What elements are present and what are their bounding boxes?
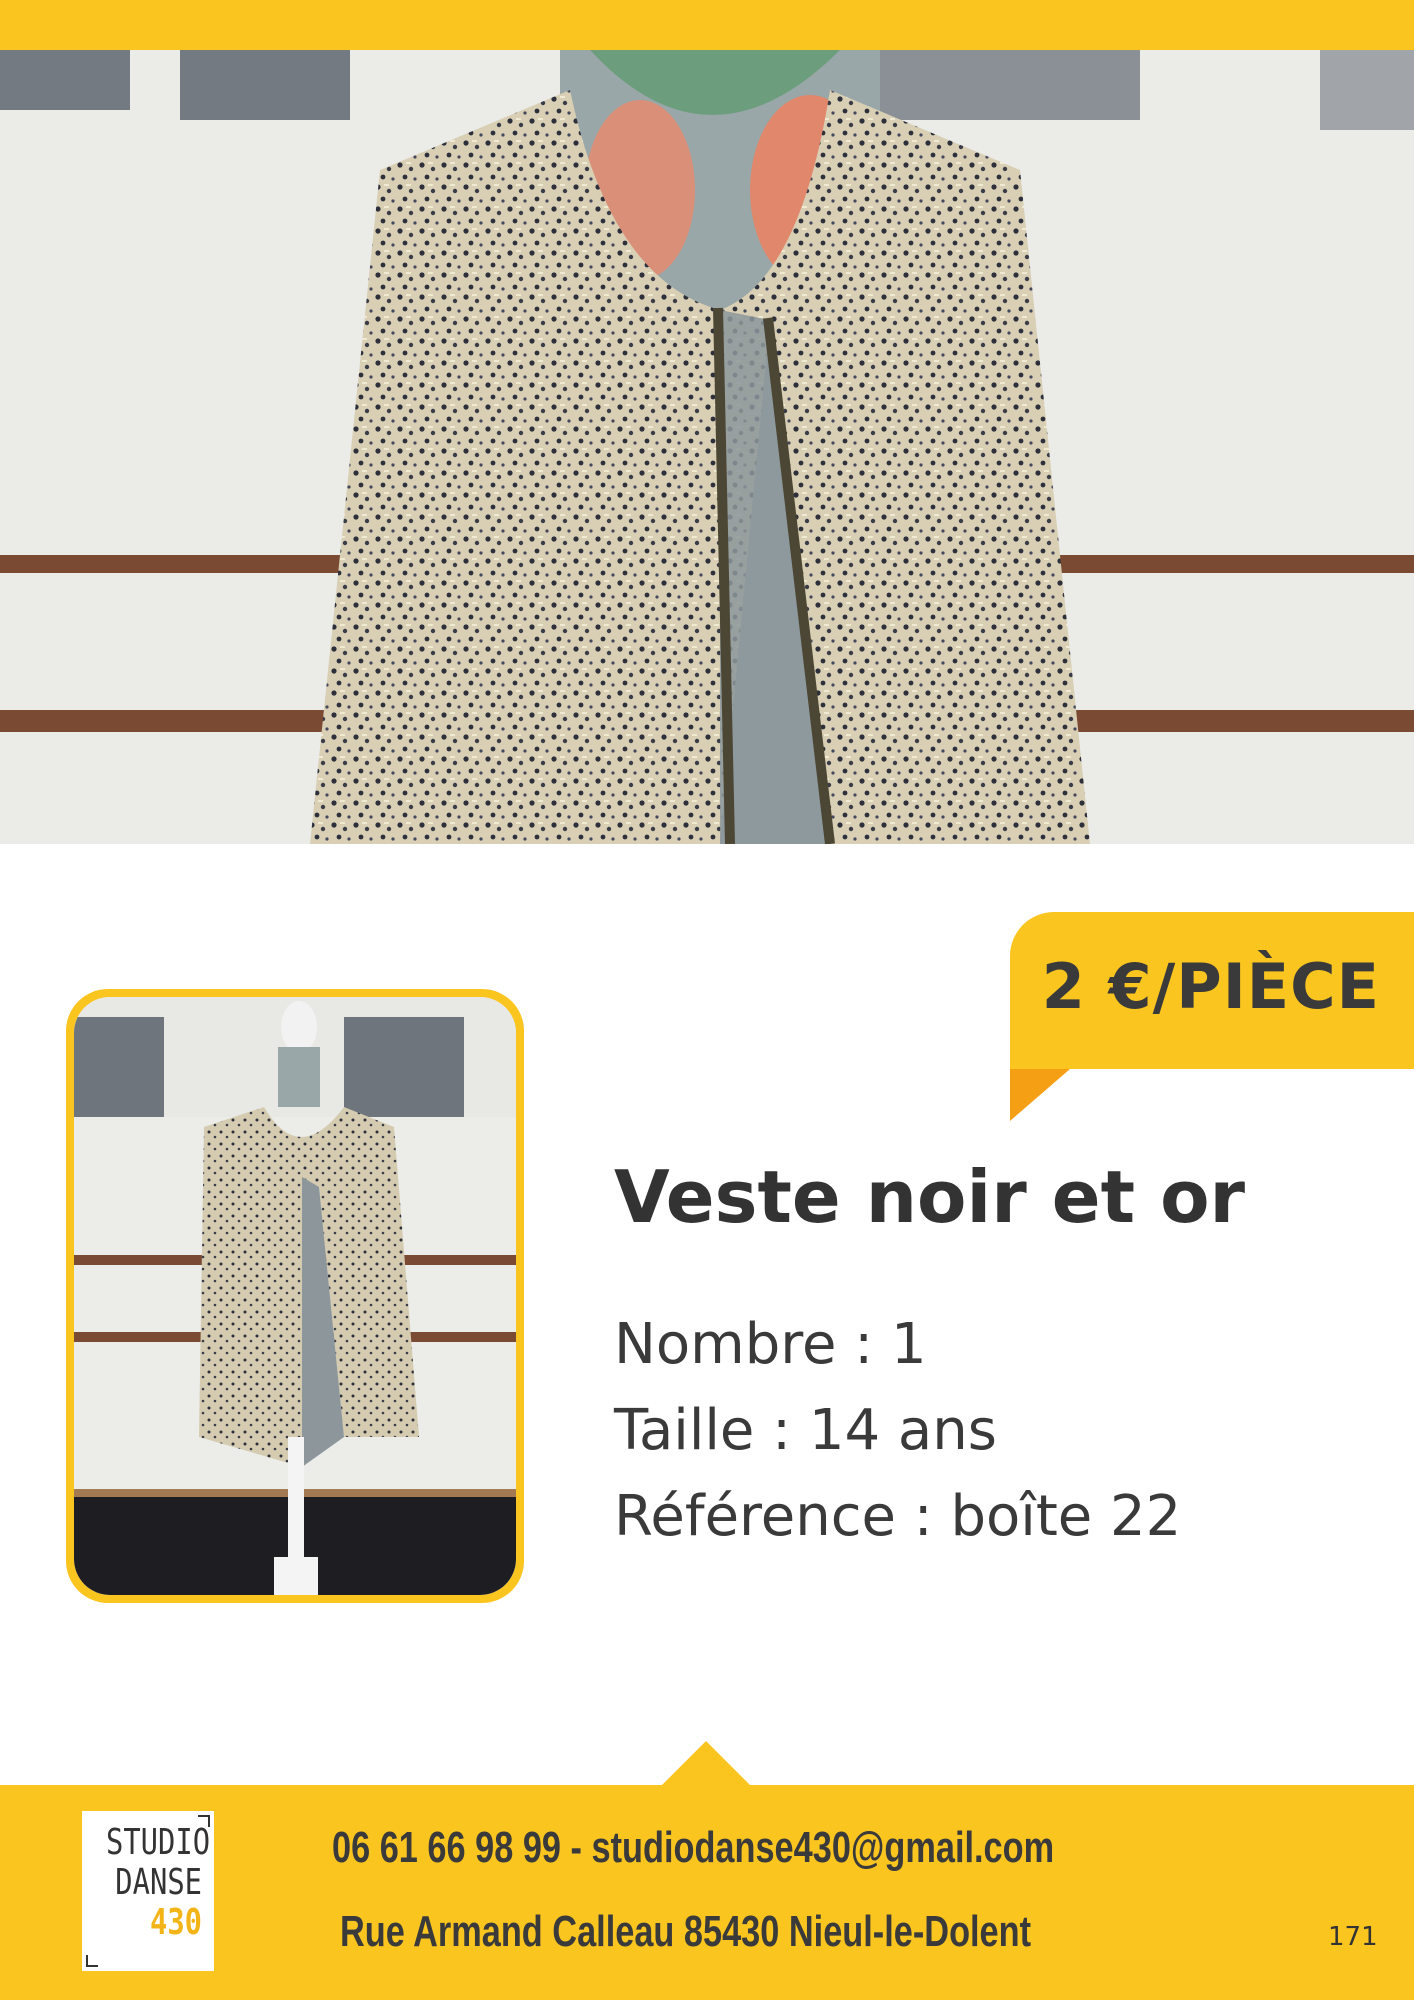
price-tag-fold bbox=[1010, 1069, 1070, 1121]
logo-line-danse: DANSE bbox=[115, 1862, 202, 1903]
thumbnail-photo bbox=[74, 997, 516, 1595]
top-accent-bar bbox=[0, 0, 1414, 50]
footer-notch bbox=[662, 1741, 750, 1785]
logo-corner-mark bbox=[86, 1955, 98, 1967]
contact-phone-email: 06 61 66 98 99 - studiodanse430@gmail.co… bbox=[332, 1823, 1055, 1872]
hero-photo bbox=[0, 50, 1414, 844]
page-number: 171 bbox=[1328, 1922, 1378, 1952]
logo-line-studio: STUDIO bbox=[106, 1822, 211, 1863]
studio-logo: STUDIO DANSE 430 bbox=[82, 1811, 214, 1971]
product-title: Veste noir et or bbox=[614, 1155, 1246, 1239]
detail-size: Taille : 14 ans bbox=[614, 1398, 997, 1463]
logo-line-number: 430 bbox=[149, 1902, 202, 1943]
detail-reference: Référence : boîte 22 bbox=[614, 1484, 1182, 1549]
price-label: 2 €/PIÈCE bbox=[1041, 950, 1380, 1023]
price-tag: 2 €/PIÈCE bbox=[1010, 912, 1414, 1069]
contact-address: Rue Armand Calleau 85430 Nieul-le-Dolent bbox=[340, 1907, 1032, 1956]
detail-quantity: Nombre : 1 bbox=[614, 1312, 927, 1377]
